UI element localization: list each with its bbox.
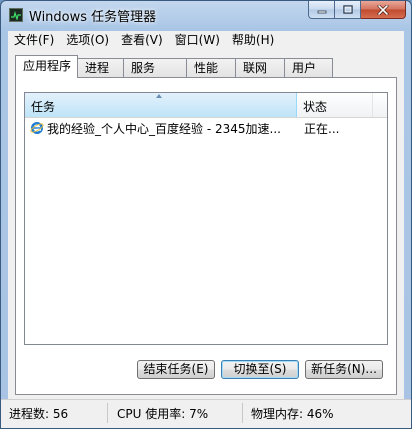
title-bar[interactable]: Windows 任务管理器 <box>1 1 411 31</box>
menu-help[interactable]: 帮助(H) <box>226 31 280 50</box>
task-status: 正在... <box>304 122 340 136</box>
tab-users[interactable]: 用户 <box>284 58 333 77</box>
window-title: Windows 任务管理器 <box>29 10 157 25</box>
task-manager-window: Windows 任务管理器 文件(F) 选项(O) 查看(V) 窗口(W) 帮助… <box>0 0 412 429</box>
task-list[interactable]: 任务 状态 我的经验_个人中心_百度经验 - 2345加速... 正在... <box>24 92 388 345</box>
menu-window[interactable]: 窗口(W) <box>169 31 226 50</box>
task-name: 我的经验_个人中心_百度经验 - 2345加速... <box>47 122 281 136</box>
cpu-usage: CPU 使用率: 7% <box>113 403 243 423</box>
minimize-icon <box>317 10 326 13</box>
maximize-icon <box>342 5 353 14</box>
column-header-task-label: 任务 <box>31 100 56 114</box>
list-header: 任务 状态 <box>25 93 387 118</box>
status-bar: 进程数: 56 CPU 使用率: 7% 物理内存: 46% <box>1 399 411 428</box>
close-icon <box>377 4 389 15</box>
task-manager-icon <box>9 8 23 22</box>
ie-icon <box>30 122 44 134</box>
new-task-button[interactable]: 新任务(N)... <box>305 360 383 379</box>
column-header-task[interactable]: 任务 <box>25 93 297 117</box>
tab-performance[interactable]: 性能 <box>186 58 236 77</box>
column-header-status[interactable]: 状态 <box>297 93 373 117</box>
table-row[interactable]: 我的经验_个人中心_百度经验 - 2345加速... 正在... <box>26 120 386 138</box>
sort-ascending-icon <box>156 94 162 98</box>
close-button[interactable] <box>361 1 406 19</box>
tab-applications[interactable]: 应用程序 <box>15 55 78 78</box>
menu-options[interactable]: 选项(O) <box>60 31 115 50</box>
tab-services[interactable]: 服务 <box>123 58 187 77</box>
client-area: 应用程序 进程 服务 性能 联网 用户 任务 状态 我的经验_个人中心_百度经验… <box>8 50 404 399</box>
menu-file[interactable]: 文件(F) <box>8 31 60 50</box>
tab-processes[interactable]: 进程 <box>77 58 124 77</box>
minimize-button[interactable] <box>308 1 335 19</box>
end-task-button[interactable]: 结束任务(E) <box>137 360 215 379</box>
tab-networking[interactable]: 联网 <box>235 58 285 77</box>
menu-bar: 文件(F) 选项(O) 查看(V) 窗口(W) 帮助(H) <box>8 31 404 50</box>
caption-buttons <box>308 1 406 20</box>
memory-usage: 物理内存: 46% <box>251 407 334 421</box>
maximize-button[interactable] <box>335 1 361 19</box>
switch-to-button[interactable]: 切换至(S) <box>221 360 299 379</box>
menu-view[interactable]: 查看(V) <box>115 31 169 50</box>
process-count: 进程数: 56 <box>5 403 108 423</box>
